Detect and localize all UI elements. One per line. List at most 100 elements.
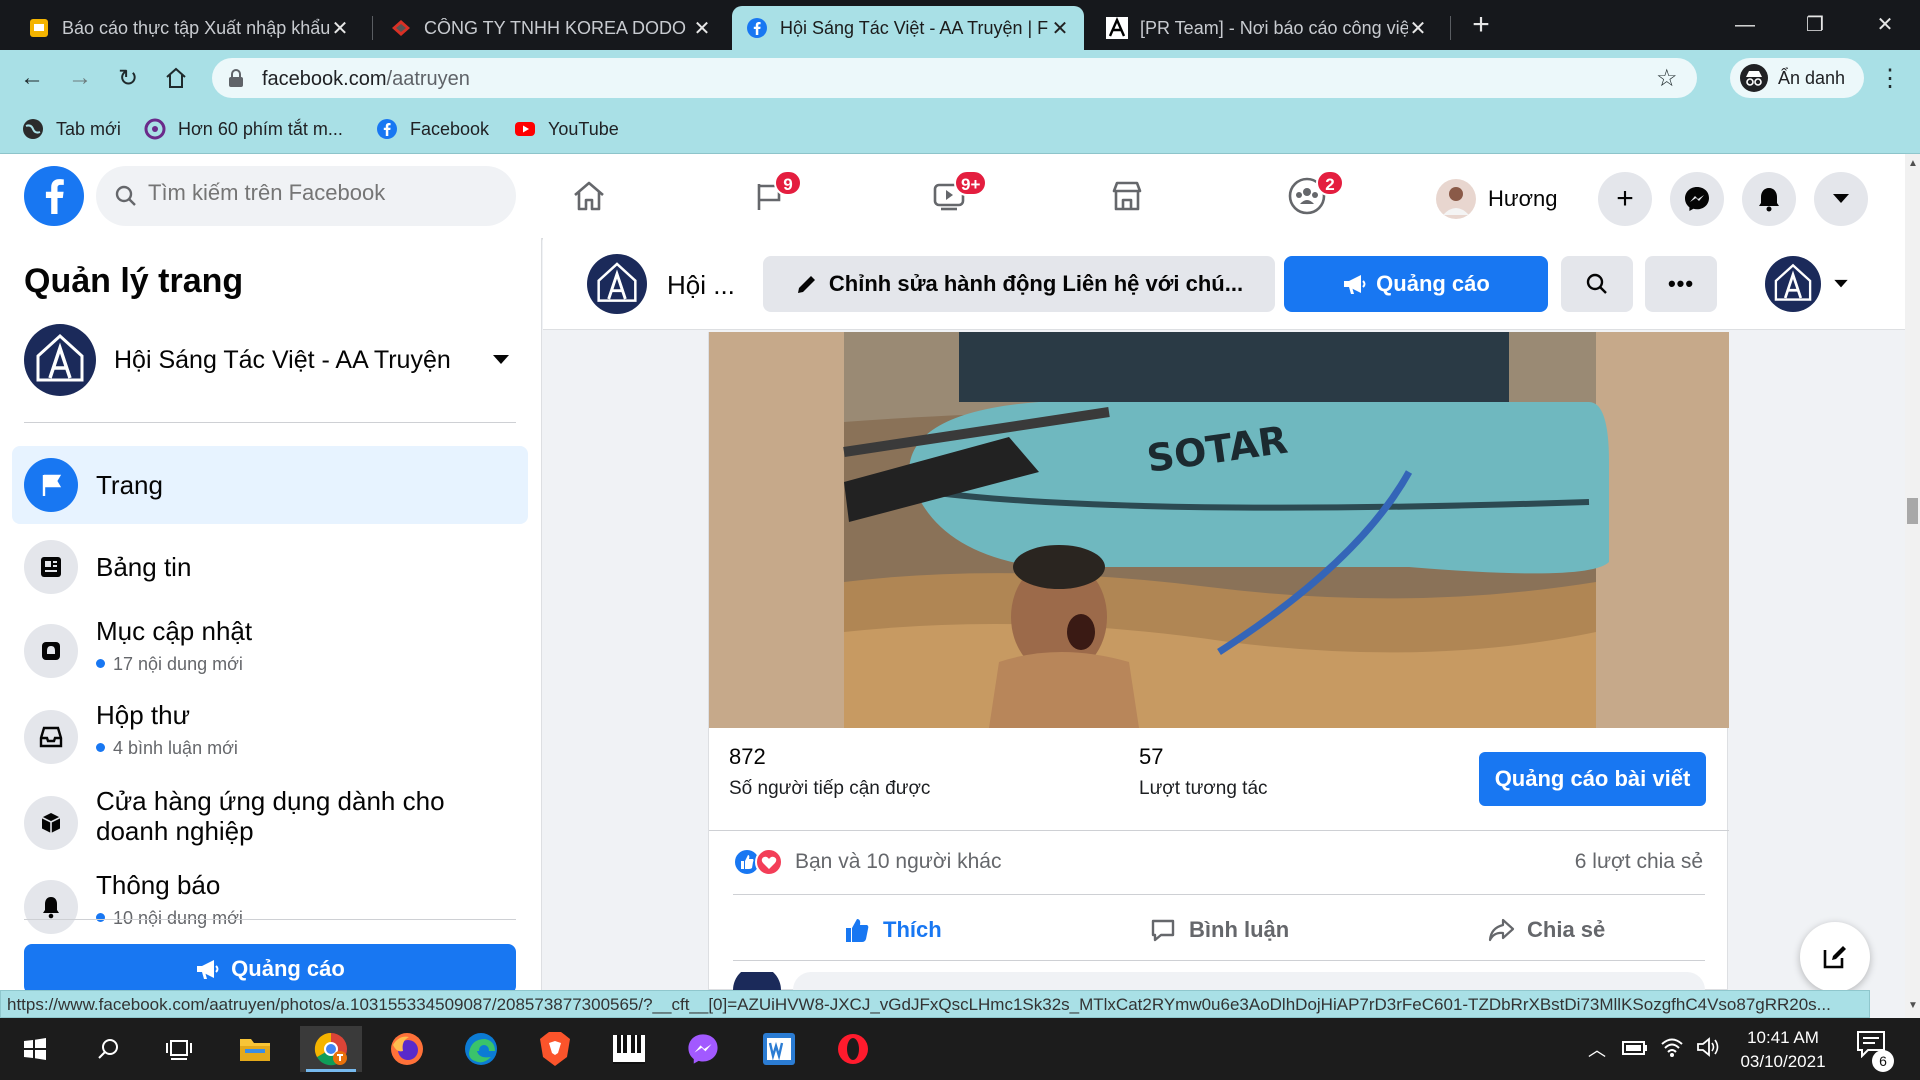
address-bar[interactable]: facebook.com/aatruyen ☆ — [212, 58, 1697, 98]
wifi-icon[interactable] — [1660, 1036, 1684, 1058]
share-label: Chia sẻ — [1527, 917, 1606, 942]
page-selector[interactable]: Hội Sáng Tác Việt - AA Truyện — [24, 324, 516, 400]
firefox-icon[interactable] — [376, 1026, 438, 1072]
page-switcher[interactable] — [1765, 256, 1861, 312]
lock-icon[interactable] — [228, 69, 244, 87]
profile-name: Hương — [1488, 186, 1558, 211]
create-button[interactable]: + — [1598, 172, 1652, 226]
sidebar-item-thong-bao[interactable]: Thông báo 10 nội dung mới — [12, 866, 528, 946]
page-short-name[interactable]: Hội ... — [667, 270, 735, 301]
facebook-icon — [747, 18, 767, 38]
action-center-button[interactable]: 6 — [1856, 1030, 1896, 1072]
search-icon — [115, 185, 136, 206]
search-icon[interactable] — [78, 1026, 140, 1072]
sidebar-item-muc-cap-nhat[interactable]: Mục cập nhật 17 nội dung mới — [12, 610, 528, 694]
like-button[interactable]: Thích — [843, 910, 942, 950]
nav-groups[interactable]: 2 — [1262, 164, 1352, 228]
pencil-icon — [797, 276, 815, 293]
chevron-up-icon[interactable]: ︿ — [1588, 1036, 1606, 1062]
close-icon[interactable]: ✕ — [692, 16, 712, 41]
nav-watch[interactable]: 9+ — [904, 164, 994, 228]
new-message-button[interactable] — [1800, 922, 1870, 992]
search-input[interactable] — [148, 180, 488, 206]
home-icon[interactable] — [158, 60, 194, 96]
back-arrow-icon[interactable]: ← — [14, 60, 50, 96]
incognito-button[interactable]: Ẩn danh — [1730, 58, 1864, 98]
opera-icon[interactable] — [822, 1026, 884, 1072]
page-avatar[interactable] — [587, 254, 647, 314]
bookmark-youtube[interactable]: YouTube — [514, 118, 619, 140]
share-button[interactable]: Chia sẻ — [1487, 910, 1605, 950]
page-ad-label: Quảng cáo — [1376, 271, 1490, 296]
word-icon[interactable] — [748, 1026, 810, 1072]
search-box[interactable] — [96, 166, 516, 226]
facebook-logo-icon[interactable] — [24, 166, 84, 226]
account-menu-button[interactable] — [1814, 172, 1868, 226]
shares-count[interactable]: 6 lượt chia sẻ — [1575, 850, 1703, 874]
page-scrollbar[interactable]: ▲ ▼ — [1905, 154, 1920, 1018]
page-search-button[interactable] — [1561, 256, 1633, 312]
piano-app-icon[interactable] — [598, 1026, 660, 1072]
scroll-thumb[interactable] — [1907, 498, 1918, 524]
window-close-icon[interactable]: ✕ — [1860, 8, 1910, 42]
windows-start-icon[interactable] — [4, 1026, 66, 1072]
youtube-icon — [515, 122, 535, 136]
system-clock[interactable]: 10:41 AM 03/10/2021 — [1738, 1026, 1828, 1074]
restore-icon[interactable]: ❐ — [1790, 8, 1840, 42]
sidebar-item-bang-tin[interactable]: Bảng tin — [12, 528, 528, 606]
battery-icon[interactable] — [1622, 1040, 1648, 1056]
tab-facebook-active[interactable]: Hội Sáng Tác Việt - AA Truyện | F ✕ — [732, 6, 1084, 50]
bookmark-label: Hơn 60 phím tắt m... — [178, 118, 343, 139]
divider — [709, 830, 1729, 831]
megaphone-icon — [1344, 275, 1366, 294]
tab-bao-cao[interactable]: Báo cáo thực tập Xuất nhập khẩu ✕ — [14, 6, 364, 50]
reload-icon[interactable]: ↻ — [110, 60, 146, 96]
notifications-button[interactable] — [1742, 172, 1796, 226]
forward-arrow-icon[interactable]: → — [62, 60, 98, 96]
bookmark-shortcuts[interactable]: Hơn 60 phím tắt m... — [144, 118, 343, 140]
scroll-up-icon[interactable]: ▲ — [1908, 158, 1918, 169]
megaphone-icon — [197, 960, 219, 979]
minimize-icon[interactable]: — — [1720, 8, 1770, 42]
chrome-icon[interactable] — [300, 1026, 362, 1072]
bookmark-facebook[interactable]: Facebook — [376, 118, 489, 140]
nav-home[interactable] — [544, 164, 634, 228]
reactions-summary[interactable]: Bạn và 10 người khác — [733, 848, 1001, 876]
bookmark-new-tab[interactable]: Tab mới — [22, 118, 121, 140]
close-icon[interactable]: ✕ — [1050, 16, 1070, 41]
page-action-bar: Hội ... Chỉnh sửa hành động Liên hệ với … — [543, 238, 1905, 330]
profile-button[interactable]: Hương — [1436, 172, 1558, 226]
brave-icon[interactable] — [524, 1026, 586, 1072]
file-explorer-icon[interactable] — [224, 1026, 286, 1072]
boost-post-button[interactable]: Quảng cáo bài viết — [1479, 752, 1706, 806]
sidebar-item-cua-hang-ung-dung[interactable]: Cửa hàng ứng dụng dành cho doanh nghiệp — [12, 782, 528, 866]
sidebar-item-hop-thu[interactable]: Hộp thư 4 bình luận mới — [12, 696, 528, 780]
sidebar-ad-button[interactable]: Quảng cáo — [24, 944, 516, 994]
caret-down-icon[interactable] — [492, 354, 510, 366]
comment-button[interactable]: Bình luận — [1149, 910, 1289, 950]
tab-pr-team[interactable]: [PR Team] - Nơi báo cáo công việ ✕ — [1092, 6, 1442, 50]
volume-icon[interactable] — [1696, 1036, 1720, 1058]
task-view-icon[interactable] — [148, 1026, 210, 1072]
nav-pages[interactable]: 9 — [724, 164, 814, 228]
messenger-button[interactable] — [1670, 172, 1724, 226]
incognito-label: Ẩn danh — [1778, 67, 1846, 88]
messenger-icon[interactable] — [672, 1026, 734, 1072]
post-photo[interactable]: SOTAR — [709, 332, 1729, 728]
new-tab-plus-icon[interactable]: + — [1456, 8, 1506, 42]
bookmark-star-icon[interactable]: ☆ — [1656, 64, 1678, 93]
sidebar-item-label: Mục cập nhật — [96, 616, 253, 646]
edge-icon[interactable] — [450, 1026, 512, 1072]
close-icon[interactable]: ✕ — [1408, 16, 1428, 41]
close-icon[interactable]: ✕ — [330, 16, 350, 41]
app-store-box-icon — [24, 796, 78, 850]
comment-input[interactable] — [793, 972, 1705, 990]
page-ad-button[interactable]: Quảng cáo — [1284, 256, 1548, 312]
nav-marketplace[interactable] — [1082, 164, 1172, 228]
scroll-down-icon[interactable]: ▼ — [1908, 1000, 1918, 1011]
page-more-button[interactable]: ••• — [1645, 256, 1717, 312]
sidebar-item-trang[interactable]: Trang — [12, 446, 528, 524]
edit-contact-action-button[interactable]: Chỉnh sửa hành động Liên hệ với chú... — [763, 256, 1275, 312]
tab-korea-dodo[interactable]: CÔNG TY TNHH KOREA DODO D ✕ — [376, 6, 726, 50]
kebab-menu-icon[interactable]: ⋮ — [1872, 60, 1908, 96]
